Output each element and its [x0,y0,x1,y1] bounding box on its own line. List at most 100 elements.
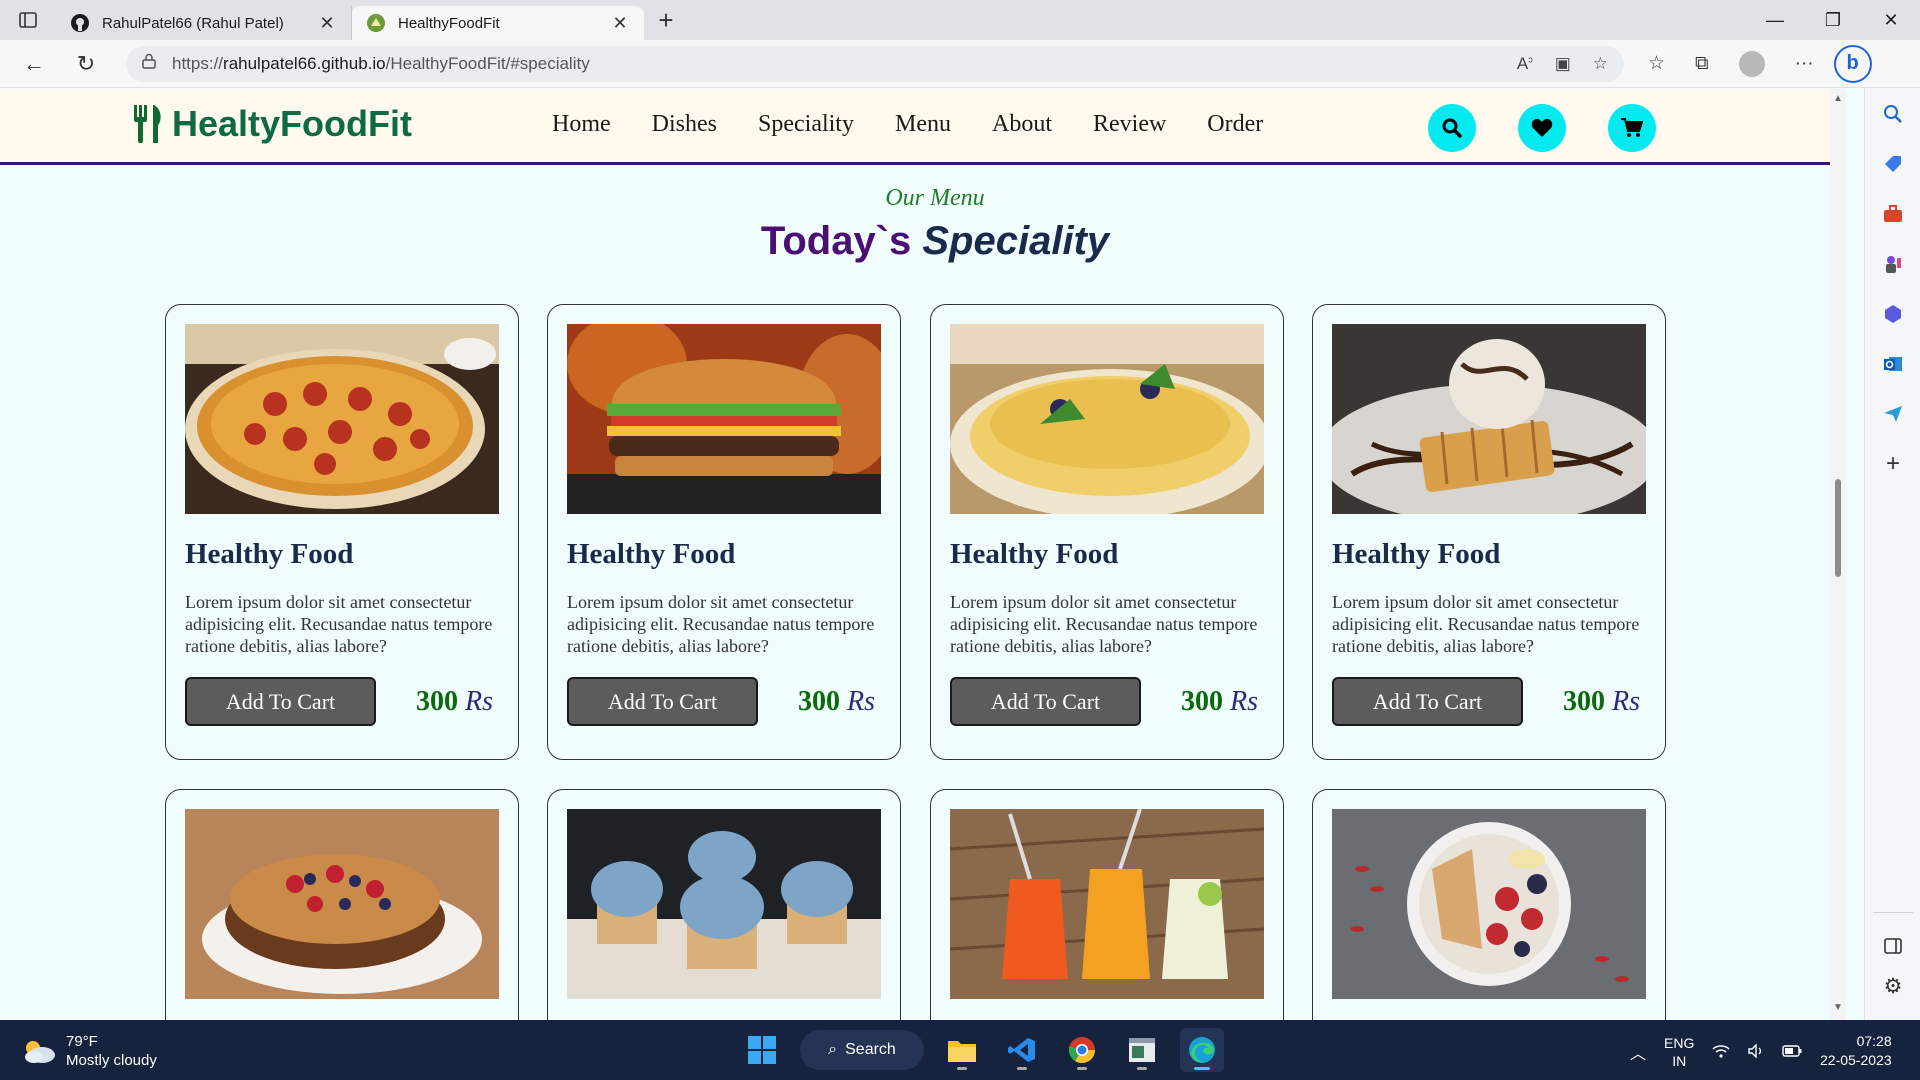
card-price: 300 Rs [416,686,493,718]
taskbar-search-label: Search [845,1041,896,1058]
lock-icon [142,53,156,74]
card-description: Lorem ipsum dolor sit amet consectetur a… [1332,592,1640,656]
tab-healthyfoodfit[interactable]: HealthyFoodFit ✕ [352,6,644,40]
waffle-image [1332,324,1646,514]
scroll-down-icon[interactable]: ▼ [1833,1002,1843,1013]
github-icon [70,13,90,33]
profile-avatar[interactable] [1738,50,1765,77]
bing-copilot-icon[interactable]: b [1833,44,1872,83]
file-explorer-icon[interactable] [940,1028,984,1072]
edge-browser-icon[interactable] [1180,1028,1224,1072]
section-title-text: Today`s [760,219,923,263]
nav-about[interactable]: About [992,111,1052,138]
tools-icon[interactable] [1881,202,1905,226]
taskbar-search[interactable]: ⌕ Search [800,1030,924,1070]
shopping-tag-icon[interactable] [1881,152,1905,176]
card-price: 300 Rs [1181,686,1258,718]
favorites-icon[interactable]: ☆ [1648,52,1665,75]
product-card: Healthy Food Lorem ipsum dolor sit amet … [165,304,519,760]
show-hidden-icons-chevron-icon[interactable]: ︿ [1630,1040,1646,1064]
system-clock[interactable]: 07:28 22-05-2023 [1820,1032,1892,1070]
close-icon[interactable]: ✕ [317,13,337,34]
cupcakes-image [567,809,881,999]
refresh-icon[interactable]: ↻ [60,51,112,77]
tab-github[interactable]: RahulPatel66 (Rahul Patel) ✕ [56,6,352,40]
product-card [165,789,519,1020]
wifi-icon[interactable] [1712,1044,1730,1061]
immersive-reader-icon[interactable]: ▣ [1555,54,1571,74]
site-logo[interactable]: HealtyFoodFit [132,103,412,145]
hide-sidebar-icon[interactable] [1881,934,1905,958]
search-icon[interactable] [1428,104,1476,152]
product-card [930,789,1284,1020]
start-button[interactable] [740,1028,784,1072]
volume-icon[interactable] [1748,1042,1764,1061]
add-to-cart-button[interactable]: Add To Cart [185,677,376,726]
search-icon: ⌕ [828,1041,838,1058]
add-sidebar-app-icon[interactable]: + [1881,450,1905,477]
language-indicator[interactable]: ENG IN [1664,1034,1694,1070]
main-nav: Home Dishes Speciality Menu About Review… [552,111,1304,138]
card-title: Healthy Food [185,538,354,570]
restore-icon[interactable]: ❐ [1804,10,1862,31]
cart-icon[interactable] [1608,104,1656,152]
new-tab-button[interactable]: + [644,5,688,36]
back-icon[interactable]: ← [8,51,60,77]
scroll-up-icon[interactable]: ▲ [1833,93,1843,104]
vscode-icon[interactable] [1000,1028,1044,1072]
settings-gear-icon[interactable]: ⚙ [1881,974,1905,998]
nav-order[interactable]: Order [1207,111,1263,138]
price-currency: Rs [847,685,875,717]
add-to-cart-button[interactable]: Add To Cart [950,677,1141,726]
send-icon[interactable] [1881,402,1905,426]
games-icon[interactable] [1881,252,1905,276]
battery-icon[interactable] [1782,1044,1802,1060]
browser-tab-bar: RahulPatel66 (Rahul Patel) ✕ HealthyFood… [0,0,1920,40]
window-controls: — ❐ ✕ [1746,10,1920,31]
page-scrollbar[interactable]: ▲ ▼ [1830,89,1846,1020]
product-card: Healthy Food Lorem ipsum dolor sit amet … [1312,304,1666,760]
nav-review[interactable]: Review [1093,111,1166,138]
nav-home[interactable]: Home [552,111,611,138]
url-prefix: https:// [172,53,224,73]
sidebar-search-icon[interactable] [1881,102,1905,126]
burger-image [567,324,881,514]
close-window-icon[interactable]: ✕ [1862,10,1920,31]
collections-icon[interactable]: ⧉ [1695,53,1709,75]
site-header: HealtyFoodFit Home Dishes Speciality Men… [0,89,1830,165]
card-title: Healthy Food [1332,538,1501,570]
outlook-icon[interactable] [1881,352,1905,376]
minimize-icon[interactable]: — [1746,10,1804,31]
nav-speciality[interactable]: Speciality [758,111,854,138]
windows-logo-icon [748,1036,776,1064]
read-aloud-icon[interactable]: Aↄ [1517,54,1533,74]
chrome-icon[interactable] [1060,1028,1104,1072]
weather-widget[interactable]: 79°F Mostly cloudy [22,1032,157,1070]
nav-menu[interactable]: Menu [895,111,951,138]
section-title-emphasis: Speciality [922,219,1110,263]
add-to-cart-button[interactable]: Add To Cart [1332,677,1523,726]
scrollbar-thumb[interactable] [1835,479,1841,577]
close-icon[interactable]: ✕ [610,13,630,34]
nav-dishes[interactable]: Dishes [652,111,717,138]
price-value: 300 [798,685,840,717]
logo-text: HealtyFoodFit [172,103,412,144]
tab-actions-button[interactable] [0,0,56,40]
section-title: Today`s Speciality [0,219,1830,264]
url-field[interactable]: https://rahulpatel66.github.io/HealthyFo… [126,45,1624,82]
product-card [547,789,901,1020]
card-title: Healthy Food [567,538,736,570]
add-to-cart-button[interactable]: Add To Cart [567,677,758,726]
clock-date: 22-05-2023 [1820,1052,1892,1068]
site-favicon-icon [366,13,386,33]
microsoft-365-icon[interactable] [1881,302,1905,326]
fork-knife-icon [132,105,164,143]
app-window-icon[interactable] [1120,1028,1164,1072]
price-value: 300 [1563,685,1605,717]
windows-taskbar: 79°F Mostly cloudy ⌕ Search ︿ ENG IN 07:… [0,1020,1920,1080]
price-currency: Rs [1612,685,1640,717]
add-favorite-icon[interactable]: ☆ [1593,54,1608,74]
price-currency: Rs [465,685,493,717]
heart-icon[interactable] [1518,104,1566,152]
more-options-icon[interactable]: ··· [1795,53,1814,75]
